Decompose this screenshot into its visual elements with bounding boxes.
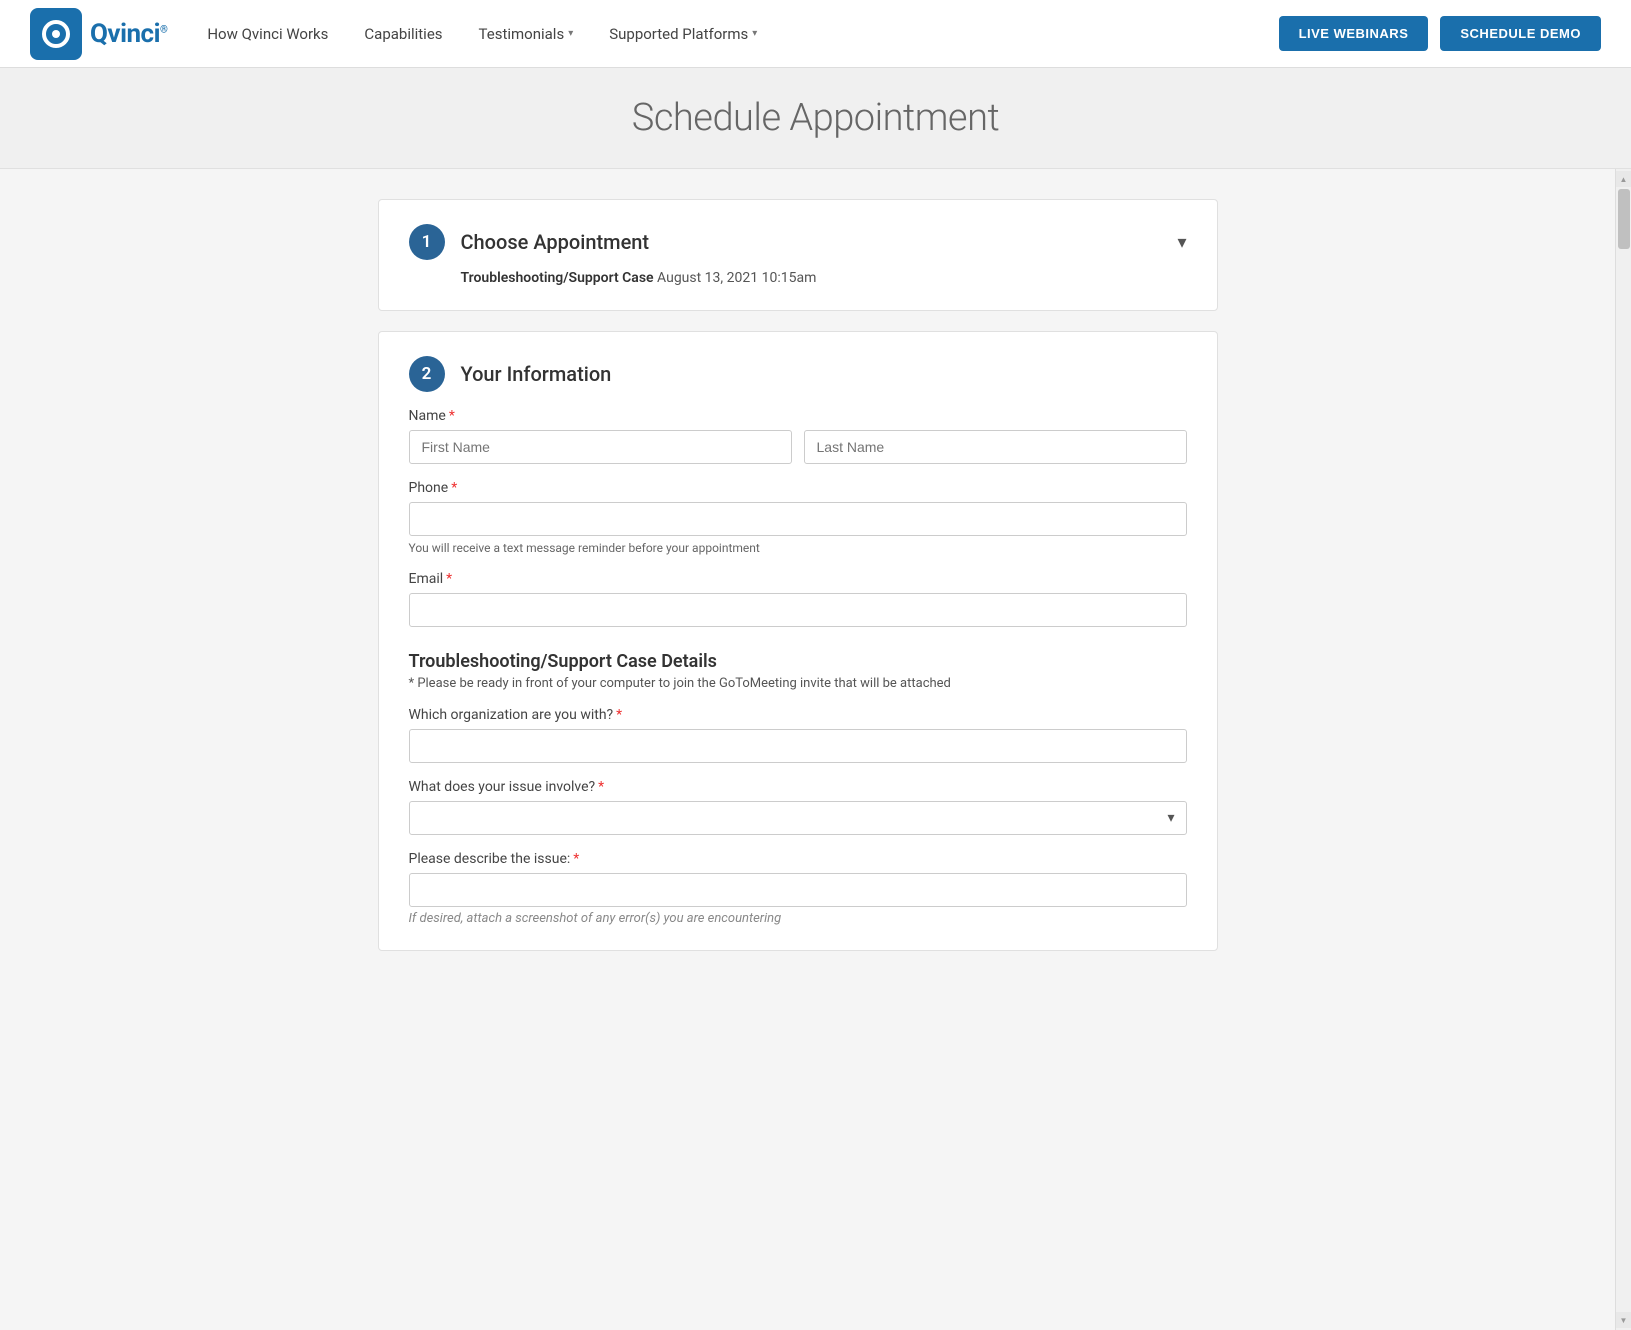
schedule-demo-button[interactable]: SCHEDULE DEMO [1440,16,1601,51]
logo-text: Qvinci® [90,19,167,49]
phone-input[interactable] [409,502,1187,536]
step2-card: 2 Your Information Name* Phone [378,331,1218,951]
step1-header: 1 Choose Appointment ▾ [409,224,1187,260]
phone-required: * [451,480,457,496]
email-input[interactable] [409,593,1187,627]
scrollbar-thumb[interactable] [1618,189,1630,249]
partial-text: If desired, attach a screenshot of any e… [409,911,1187,926]
org-label: Which organization are you with?* [409,707,1187,723]
nav-buttons: LIVE WEBINARS SCHEDULE DEMO [1279,16,1601,51]
step2-title: Your Information [461,362,612,386]
issue-label: What does your issue involve?* [409,779,1187,795]
step1-badge: 1 [409,224,445,260]
live-webinars-button[interactable]: LIVE WEBINARS [1279,16,1429,51]
nav-links: How Qvinci Works Capabilities Testimonia… [207,25,1278,43]
appointment-detail: Troubleshooting/Support Case August 13, … [461,270,1187,286]
issue-select-wrapper [409,801,1187,835]
first-name-input[interactable] [409,430,792,464]
content-area: 1 Choose Appointment ▾ Troubleshooting/S… [0,169,1615,1330]
describe-label: Please describe the issue:* [409,851,1187,867]
name-required: * [449,408,455,424]
step1-header-left: 1 Choose Appointment [409,224,650,260]
name-label: Name* [409,408,1187,424]
logo-wordmark: Qvinci [90,19,160,49]
platforms-chevron-icon: ▾ [752,28,757,39]
support-section-title: Troubleshooting/Support Case Details [409,651,1187,672]
describe-input[interactable] [409,873,1187,907]
nav-testimonials[interactable]: Testimonials ▾ [479,25,574,43]
org-input[interactable] [409,729,1187,763]
scrollbar-up-arrow[interactable]: ▲ [1616,171,1631,187]
scrollbar: ▲ ▼ [1615,169,1631,1330]
support-section-note: * Please be ready in front of your compu… [409,676,1187,691]
email-label: Email* [409,571,1187,587]
main-content: 1 Choose Appointment ▾ Troubleshooting/S… [358,199,1258,951]
nav-how-it-works[interactable]: How Qvinci Works [207,25,328,43]
page-title-bar: Schedule Appointment [0,68,1631,169]
testimonials-chevron-icon: ▾ [568,28,573,39]
step1-collapse-button[interactable]: ▾ [1177,232,1186,253]
page-title: Schedule Appointment [20,96,1611,140]
step1-card: 1 Choose Appointment ▾ Troubleshooting/S… [378,199,1218,311]
appointment-type: Troubleshooting/Support Case [461,270,654,286]
org-required: * [616,707,622,723]
phone-hint: You will receive a text message reminder… [409,541,1187,555]
step2-badge: 2 [409,356,445,392]
logo[interactable]: Qvinci® [30,8,167,60]
last-name-input[interactable] [804,430,1187,464]
email-required: * [446,571,452,587]
logo-circle [42,20,70,48]
navbar: Qvinci® How Qvinci Works Capabilities Te… [0,0,1631,68]
logo-registered: ® [160,24,167,35]
issue-required: * [598,779,604,795]
step2-header-left: 2 Your Information [409,356,612,392]
nav-supported-platforms[interactable]: Supported Platforms ▾ [609,25,757,43]
phone-label: Phone* [409,480,1187,496]
step2-body: Name* Phone* You will receive a text mes… [409,408,1187,926]
issue-select[interactable] [409,801,1187,835]
appointment-datetime-value: August 13, 2021 10:15am [657,270,816,286]
name-row [409,430,1187,464]
step2-header: 2 Your Information [409,356,1187,392]
logo-icon [30,8,82,60]
scrollbar-down-arrow[interactable]: ▼ [1616,1312,1631,1328]
describe-required: * [573,851,579,867]
nav-capabilities[interactable]: Capabilities [364,25,442,43]
page-wrapper: 1 Choose Appointment ▾ Troubleshooting/S… [0,169,1631,1330]
step1-title: Choose Appointment [461,230,650,254]
